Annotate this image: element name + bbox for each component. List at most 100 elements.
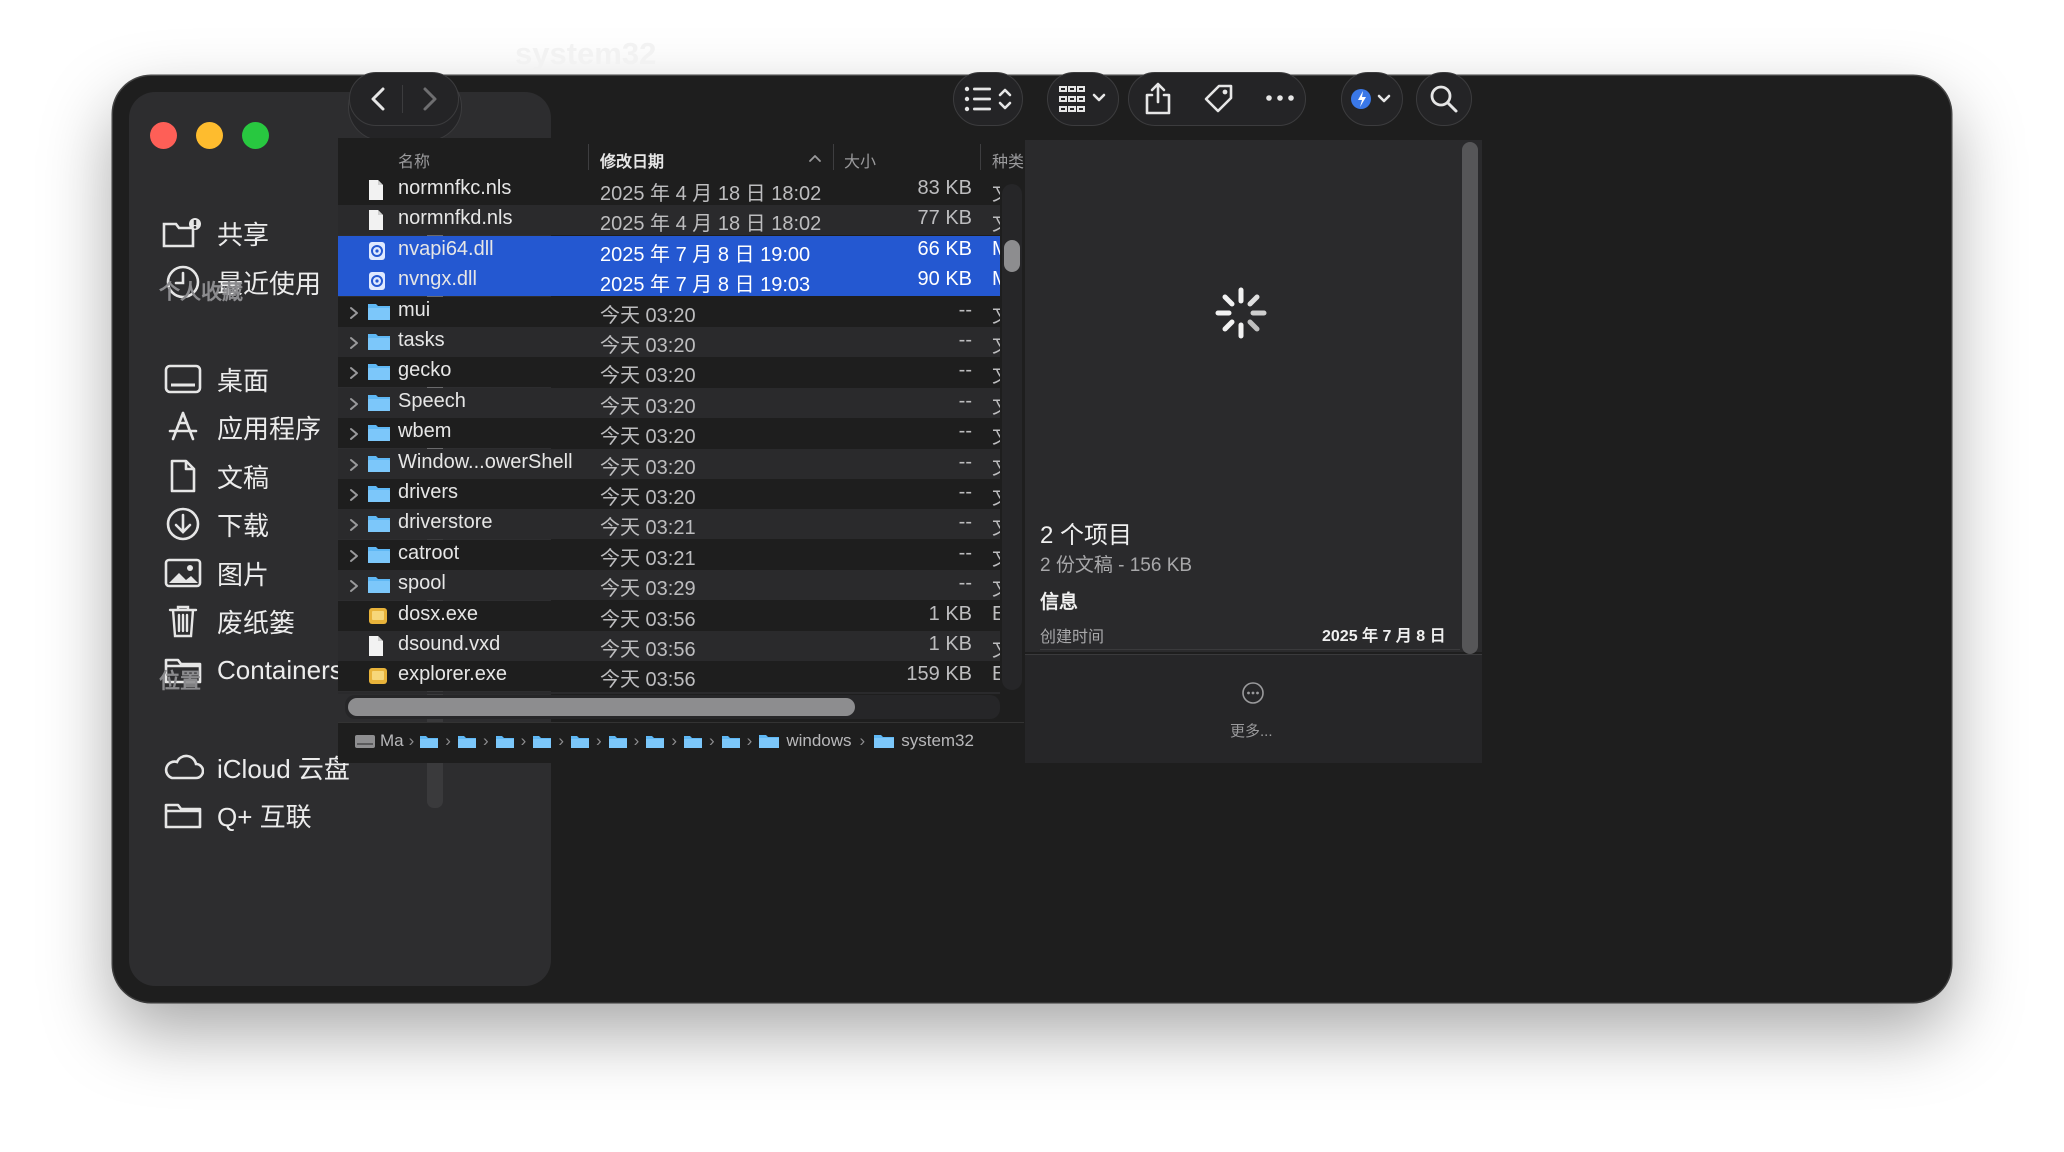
file-row[interactable]: gecko 今天 03:20 -- 文 bbox=[338, 357, 1000, 388]
minimize-window-button[interactable] bbox=[196, 122, 223, 149]
sidebar-item-documents[interactable]: 文稿 bbox=[161, 453, 269, 499]
file-list-scrollbar-thumb[interactable] bbox=[1004, 240, 1020, 272]
file-date: 2025 年 7 月 8 日 19:03 bbox=[600, 274, 811, 297]
file-kind: 文 bbox=[992, 481, 1000, 510]
breadcrumb-folder-icon[interactable] bbox=[495, 734, 515, 749]
close-window-button[interactable] bbox=[150, 122, 177, 149]
file-row[interactable] bbox=[338, 691, 1000, 694]
download-icon bbox=[161, 502, 205, 546]
file-size: -- bbox=[958, 298, 972, 321]
column-divider[interactable] bbox=[588, 144, 589, 170]
file-kind: 文 bbox=[992, 359, 1000, 388]
file-name: normnfkd.nls bbox=[398, 207, 513, 230]
forward-button[interactable] bbox=[414, 83, 444, 120]
sidebar-item-applications[interactable]: 应用程序 bbox=[161, 404, 321, 450]
file-row[interactable]: tasks 今天 03:20 -- 文 bbox=[338, 327, 1000, 357]
file-row[interactable]: Window...owerShell 今天 03:20 -- 文 bbox=[338, 448, 1000, 480]
breadcrumb-separator: › bbox=[859, 731, 866, 750]
dll-file-icon bbox=[367, 270, 391, 292]
disclosure-chevron-icon[interactable] bbox=[348, 516, 360, 532]
preview-scrollbar[interactable] bbox=[1462, 142, 1478, 654]
back-button[interactable] bbox=[364, 83, 394, 120]
column-divider[interactable] bbox=[980, 144, 981, 170]
disclosure-chevron-icon[interactable] bbox=[348, 334, 360, 350]
breadcrumb-folder-icon[interactable] bbox=[645, 734, 665, 749]
shortcut-button[interactable] bbox=[1341, 72, 1403, 126]
sidebar-item-label: 图片 bbox=[217, 559, 270, 590]
disclosure-chevron-icon[interactable] bbox=[348, 304, 360, 320]
file-row[interactable]: dosx.exe 今天 03:56 1 KB E bbox=[338, 600, 1000, 631]
disclosure-chevron-icon[interactable] bbox=[348, 395, 360, 411]
file-kind: 文 bbox=[992, 207, 1000, 236]
column-name[interactable]: 名称 bbox=[398, 148, 430, 172]
breadcrumb-folder[interactable]: windows bbox=[786, 731, 851, 751]
share-button[interactable] bbox=[1143, 81, 1173, 122]
sidebar-item-downloads[interactable]: 下载 bbox=[161, 501, 269, 547]
file-size: -- bbox=[958, 359, 972, 382]
more-info-button[interactable]: 更多... bbox=[1230, 720, 1273, 741]
file-row[interactable]: driverstore 今天 03:21 -- 文 bbox=[338, 509, 1000, 540]
folder-icon bbox=[367, 301, 391, 323]
column-date-modified[interactable]: 修改日期 bbox=[600, 148, 664, 172]
disclosure-chevron-icon[interactable] bbox=[348, 364, 360, 380]
disclosure-chevron-icon[interactable] bbox=[348, 486, 360, 502]
sidebar-item-icloud[interactable]: iCloud 云盘 bbox=[161, 744, 350, 790]
file-kind: 文 bbox=[992, 451, 1000, 480]
sidebar-item-q-plus[interactable]: Q+ 互联 bbox=[161, 792, 312, 838]
breadcrumb-folder-icon[interactable] bbox=[570, 734, 590, 749]
zoom-window-button[interactable] bbox=[242, 122, 269, 149]
file-row[interactable]: normnfkd.nls 2025 年 4 月 18 日 18:02 77 KB 文 bbox=[338, 205, 1000, 236]
tag-button[interactable] bbox=[1202, 82, 1236, 121]
sidebar-item-shared[interactable]: 共享 bbox=[161, 210, 269, 256]
disclosure-chevron-icon[interactable] bbox=[348, 425, 360, 441]
group-by-button[interactable] bbox=[1047, 72, 1119, 126]
sidebar-item-trash[interactable]: 废纸篓 bbox=[161, 598, 295, 644]
file-row[interactable]: drivers 今天 03:20 -- 文 bbox=[338, 479, 1000, 509]
file-row[interactable]: mui 今天 03:20 -- 文 bbox=[338, 296, 1000, 327]
file-size: -- bbox=[958, 572, 972, 595]
file-row[interactable]: explorer.exe 今天 03:56 159 KB E bbox=[338, 661, 1000, 692]
breadcrumb-folder-icon[interactable] bbox=[721, 734, 741, 749]
folder-icon bbox=[367, 392, 391, 414]
sidebar-item-label: 桌面 bbox=[217, 365, 270, 396]
document-file-icon bbox=[367, 209, 391, 231]
window-title: system32 bbox=[515, 36, 657, 71]
file-row[interactable]: spool 今天 03:29 -- 文 bbox=[338, 570, 1000, 601]
file-row[interactable]: normnfkc.nls 2025 年 4 月 18 日 18:02 83 KB 文 bbox=[338, 178, 1000, 205]
breadcrumb-folder-icon[interactable] bbox=[683, 734, 703, 749]
file-date: 今天 03:21 bbox=[600, 517, 696, 540]
breadcrumb-folder-icon[interactable] bbox=[608, 734, 628, 749]
sidebar-item-desktop[interactable]: 桌面 bbox=[161, 356, 269, 402]
breadcrumb-folder[interactable]: system32 bbox=[901, 731, 974, 751]
breadcrumb-folder-icon[interactable] bbox=[419, 734, 439, 749]
column-size[interactable]: 大小 bbox=[844, 148, 876, 172]
file-row[interactable]: wbem 今天 03:20 -- 文 bbox=[338, 418, 1000, 449]
column-divider[interactable] bbox=[833, 144, 834, 170]
file-kind: 文 bbox=[992, 511, 1000, 540]
sidebar-item-label: iCloud 云盘 bbox=[217, 753, 350, 784]
file-date: 今天 03:20 bbox=[600, 304, 696, 327]
file-row[interactable]: nvngx.dll 2025 年 7 月 8 日 19:03 90 KB M bbox=[338, 266, 1000, 297]
file-row[interactable]: catroot 今天 03:21 -- 文 bbox=[338, 539, 1000, 570]
view-options-button[interactable] bbox=[953, 72, 1023, 126]
file-row[interactable]: Speech 今天 03:20 -- 文 bbox=[338, 387, 1000, 418]
disclosure-chevron-icon[interactable] bbox=[348, 456, 360, 472]
disclosure-chevron-icon[interactable] bbox=[348, 547, 360, 563]
breadcrumb-root[interactable]: Ma bbox=[380, 731, 404, 751]
favorites-header: 个人收藏 bbox=[159, 281, 243, 304]
horizontal-scrollbar-thumb[interactable] bbox=[348, 698, 855, 716]
search-button[interactable] bbox=[1416, 72, 1472, 126]
file-row[interactable]: nvapi64.dll 2025 年 7 月 8 日 19:00 66 KB M bbox=[338, 235, 1000, 266]
file-name: mui bbox=[398, 298, 431, 321]
breadcrumb-folder-icon[interactable] bbox=[532, 734, 552, 749]
breadcrumb-folder-icon[interactable] bbox=[457, 734, 477, 749]
executable-file-icon bbox=[367, 665, 391, 687]
ellipsis-icon bbox=[1266, 95, 1294, 101]
sidebar-item-pictures[interactable]: 图片 bbox=[161, 550, 269, 596]
sidebar-item-label: 应用程序 bbox=[217, 413, 322, 444]
more-info-icon[interactable] bbox=[1241, 681, 1265, 705]
file-row[interactable]: dsound.vxd 今天 03:56 1 KB 文 bbox=[338, 631, 1000, 661]
more-actions-button[interactable] bbox=[1265, 87, 1295, 114]
disclosure-chevron-icon[interactable] bbox=[348, 577, 360, 593]
column-kind[interactable]: 种类 bbox=[992, 148, 1024, 172]
